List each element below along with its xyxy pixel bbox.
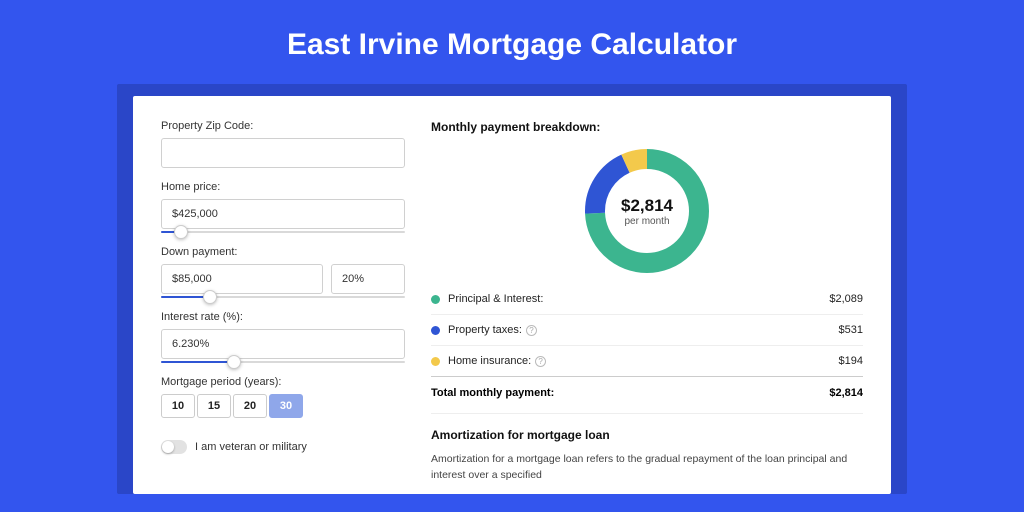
amortization-text: Amortization for a mortgage loan refers … <box>431 452 863 484</box>
legend-dot-icon <box>431 357 440 366</box>
donut-wrap: $2,814 per month <box>431 140 863 284</box>
veteran-row: I am veteran or military <box>161 440 405 454</box>
zip-group: Property Zip Code: <box>161 120 405 168</box>
calculator-card: Property Zip Code: Home price: Down paym… <box>133 96 891 494</box>
breakdown-column: Monthly payment breakdown: $2,814 per mo… <box>431 120 863 484</box>
donut-subtext: per month <box>624 216 669 227</box>
interest-rate-label: Interest rate (%): <box>161 311 405 323</box>
legend-value: $194 <box>839 355 863 367</box>
period-button-30[interactable]: 30 <box>269 394 303 418</box>
mortgage-period-buttons: 10152030 <box>161 394 405 418</box>
period-button-15[interactable]: 15 <box>197 394 231 418</box>
breakdown-title: Monthly payment breakdown: <box>431 120 863 134</box>
down-payment-slider[interactable] <box>161 296 405 298</box>
interest-rate-slider-fill <box>161 361 234 363</box>
donut-chart: $2,814 per month <box>584 148 710 274</box>
total-value: $2,814 <box>829 387 863 399</box>
home-price-slider-thumb[interactable] <box>174 225 188 239</box>
interest-rate-group: Interest rate (%): <box>161 311 405 363</box>
legend-label: Principal & Interest: <box>448 293 829 305</box>
home-price-label: Home price: <box>161 181 405 193</box>
interest-rate-slider-thumb[interactable] <box>227 355 241 369</box>
home-price-input[interactable] <box>161 199 405 229</box>
total-row: Total monthly payment: $2,814 <box>431 376 863 413</box>
interest-rate-slider[interactable] <box>161 361 405 363</box>
zip-input[interactable] <box>161 138 405 168</box>
down-payment-label: Down payment: <box>161 246 405 258</box>
down-payment-group: Down payment: <box>161 246 405 298</box>
legend-dot-icon <box>431 326 440 335</box>
legend-label: Home insurance:? <box>448 355 839 367</box>
legend-row: Principal & Interest: $2,089 <box>431 284 863 315</box>
home-price-slider[interactable] <box>161 231 405 233</box>
calculator-shadow: Property Zip Code: Home price: Down paym… <box>117 84 907 494</box>
help-icon[interactable]: ? <box>526 325 537 336</box>
amortization-title: Amortization for mortgage loan <box>431 428 863 442</box>
down-payment-slider-thumb[interactable] <box>203 290 217 304</box>
down-payment-amount-input[interactable] <box>161 264 323 294</box>
legend-label-text: Principal & Interest: <box>448 293 543 305</box>
legend-label: Property taxes:? <box>448 324 839 336</box>
page-title: East Irvine Mortgage Calculator <box>0 0 1024 84</box>
inputs-column: Property Zip Code: Home price: Down paym… <box>161 120 405 484</box>
legend-row: Home insurance:?$194 <box>431 346 863 376</box>
legend-label-text: Property taxes: <box>448 324 522 336</box>
mortgage-period-group: Mortgage period (years): 10152030 <box>161 376 405 418</box>
down-payment-percent-input[interactable] <box>331 264 405 294</box>
amortization-section: Amortization for mortgage loan Amortizat… <box>431 413 863 484</box>
legend-dot-icon <box>431 295 440 304</box>
mortgage-period-label: Mortgage period (years): <box>161 376 405 388</box>
legend-label-text: Home insurance: <box>448 355 531 367</box>
breakdown-legend: Principal & Interest: $2,089 Property taxe… <box>431 284 863 376</box>
period-button-20[interactable]: 20 <box>233 394 267 418</box>
donut-amount: $2,814 <box>621 196 673 216</box>
interest-rate-input[interactable] <box>161 329 405 359</box>
total-label: Total monthly payment: <box>431 387 829 399</box>
zip-label: Property Zip Code: <box>161 120 405 132</box>
legend-value: $2,089 <box>829 293 863 305</box>
help-icon[interactable]: ? <box>535 356 546 367</box>
period-button-10[interactable]: 10 <box>161 394 195 418</box>
legend-row: Property taxes:?$531 <box>431 315 863 346</box>
legend-value: $531 <box>839 324 863 336</box>
veteran-toggle[interactable] <box>161 440 187 454</box>
home-price-group: Home price: <box>161 181 405 233</box>
donut-center: $2,814 per month <box>584 148 710 274</box>
veteran-label: I am veteran or military <box>195 441 307 453</box>
